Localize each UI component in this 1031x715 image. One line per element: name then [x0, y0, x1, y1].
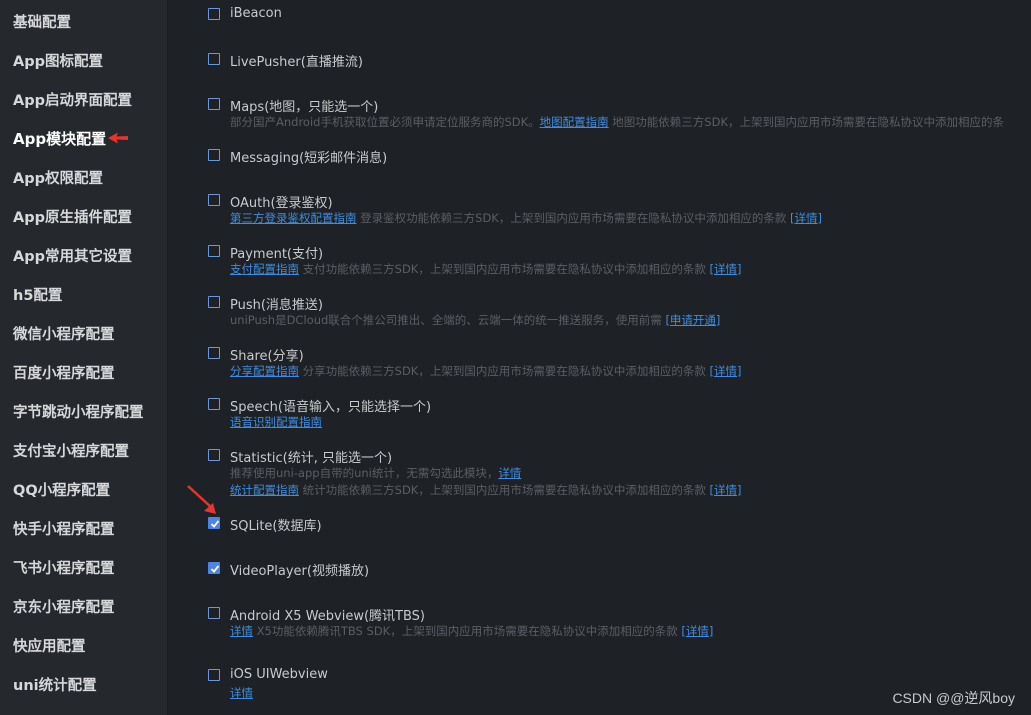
checkbox[interactable] [208, 296, 220, 308]
desc-text: 分享功能依赖三方SDK，上架到国内应用市场需要在隐私协议中添加相应的条款 [299, 364, 710, 378]
checkbox[interactable] [208, 607, 220, 619]
watermark: CSDN @@逆风boy [892, 690, 1015, 706]
desc-text: uniPush是DCloud联合个推公司推出、全端的、云端一体的统一推送服务，使… [230, 313, 666, 327]
checkbox-checked[interactable] [208, 562, 220, 574]
module-description: uniPush是DCloud联合个推公司推出、全端的、云端一体的统一推送服务，使… [230, 312, 720, 328]
sidebar-item-h5[interactable]: h5配置 [13, 284, 62, 305]
module-description: 语音识别配置指南 [230, 414, 322, 430]
checkbox[interactable] [208, 98, 220, 110]
checkbox[interactable] [208, 194, 220, 206]
sidebar-item-app-icon[interactable]: App图标配置 [13, 50, 103, 71]
oauth-guide-link[interactable]: 第三方登录鉴权配置指南 [230, 211, 357, 225]
checkbox[interactable] [208, 8, 220, 20]
check-icon [210, 565, 220, 573]
module-list: iBeacon LivePusher(直播推流) Maps(地图，只能选一个) … [168, 0, 1031, 715]
sidebar-item-kuaishou[interactable]: 快手小程序配置 [13, 518, 115, 539]
module-title: SQLite(数据库) [230, 519, 322, 534]
module-title: Push(消息推送) [230, 298, 324, 313]
checkbox[interactable] [208, 398, 220, 410]
module-title: iOS UIWebview [230, 667, 328, 682]
sidebar: 基础配置 App图标配置 App启动界面配置 App模块配置 App权限配置 A… [0, 0, 168, 715]
module-description: 推荐使用uni-app自带的uni统计，无需勾选此模块，详情 [230, 465, 521, 481]
details-link[interactable]: [详情] [710, 483, 742, 497]
share-guide-link[interactable]: 分享配置指南 [230, 364, 299, 378]
module-title: Statistic(统计, 只能选一个) [230, 451, 393, 466]
details-link[interactable]: 详情 [230, 686, 253, 700]
sidebar-item-qq[interactable]: QQ小程序配置 [13, 479, 110, 500]
module-description: 第三方登录鉴权配置指南 登录鉴权功能依赖三方SDK，上架到国内应用市场需要在隐私… [230, 210, 822, 226]
desc-text: 地图功能依赖三方SDK，上架到国内应用市场需要在隐私协议中添加相应的条 [608, 115, 1005, 129]
desc-text: 登录鉴权功能依赖三方SDK，上架到国内应用市场需要在隐私协议中添加相应的条款 [356, 211, 791, 225]
desc-text: X5功能依赖腾讯TBS SDK，上架到国内应用市场需要在隐私协议中添加相应的条款 [253, 624, 682, 638]
details-link[interactable]: 详情 [230, 624, 253, 638]
details-link[interactable]: [详情] [790, 211, 822, 225]
stat-guide-link[interactable]: 统计配置指南 [230, 483, 299, 497]
sidebar-item-alipay[interactable]: 支付宝小程序配置 [13, 440, 129, 461]
check-icon [210, 520, 220, 528]
desc-text: 统计功能依赖三方SDK，上架到国内应用市场需要在隐私协议中添加相应的条款 [299, 483, 710, 497]
desc-text: 部分国产Android手机获取位置必须申请定位服务商的SDK。 [230, 115, 540, 129]
module-title: OAuth(登录鉴权) [230, 196, 333, 211]
sidebar-item-app-modules[interactable]: App模块配置 [13, 128, 106, 149]
desc-text: 推荐使用uni-app自带的uni统计，无需勾选此模块， [230, 466, 499, 480]
checkbox[interactable] [208, 245, 220, 257]
details-link[interactable]: [详情] [681, 624, 713, 638]
module-description: 分享配置指南 分享功能依赖三方SDK，上架到国内应用市场需要在隐私协议中添加相应… [230, 363, 742, 379]
module-description: 部分国产Android手机获取位置必须申请定位服务商的SDK。地图配置指南 地图… [230, 114, 1004, 130]
module-title: Share(分享) [230, 349, 304, 364]
checkbox[interactable] [208, 53, 220, 65]
module-title: Android X5 Webview(腾讯TBS) [230, 609, 426, 624]
details-link[interactable]: [详情] [710, 262, 742, 276]
sidebar-item-jd[interactable]: 京东小程序配置 [13, 596, 115, 617]
checkbox[interactable] [208, 149, 220, 161]
details-link[interactable]: [详情] [710, 364, 742, 378]
payment-guide-link[interactable]: 支付配置指南 [230, 262, 299, 276]
speech-guide-link[interactable]: 语音识别配置指南 [230, 415, 322, 429]
sidebar-item-app-other-settings[interactable]: App常用其它设置 [13, 245, 132, 266]
maps-guide-link[interactable]: 地图配置指南 [540, 115, 609, 129]
sidebar-item-uni-stat[interactable]: uni统计配置 [13, 674, 97, 695]
desc-text: 支付功能依赖三方SDK，上架到国内应用市场需要在隐私协议中添加相应的条款 [299, 262, 710, 276]
module-description: 统计配置指南 统计功能依赖三方SDK，上架到国内应用市场需要在隐私协议中添加相应… [230, 482, 742, 498]
checkbox-checked[interactable] [208, 517, 220, 529]
sidebar-item-lark[interactable]: 飞书小程序配置 [13, 557, 115, 578]
red-arrow-icon [187, 485, 216, 514]
sidebar-item-app-permissions[interactable]: App权限配置 [13, 167, 103, 188]
checkbox[interactable] [208, 449, 220, 461]
sidebar-item-quickapp[interactable]: 快应用配置 [13, 635, 86, 656]
checkbox[interactable] [208, 347, 220, 359]
apply-link[interactable]: [申请开通] [665, 313, 720, 327]
module-title: iBeacon [230, 6, 282, 21]
sidebar-item-baidu[interactable]: 百度小程序配置 [13, 362, 115, 383]
sidebar-item-app-native-plugins[interactable]: App原生插件配置 [13, 206, 132, 227]
module-title: Payment(支付) [230, 247, 324, 262]
checkbox[interactable] [208, 669, 220, 681]
sidebar-item-weixin[interactable]: 微信小程序配置 [13, 323, 115, 344]
module-description: 详情 [230, 685, 253, 701]
sidebar-item-app-splash[interactable]: App启动界面配置 [13, 89, 132, 110]
module-title: Messaging(短彩邮件消息) [230, 151, 388, 166]
sidebar-item-toutiao[interactable]: 字节跳动小程序配置 [13, 401, 144, 422]
module-title: Speech(语音输入，只能选择一个) [230, 400, 432, 415]
details-link[interactable]: 详情 [498, 466, 521, 480]
module-title: LivePusher(直播推流) [230, 55, 363, 70]
sidebar-item-basic[interactable]: 基础配置 [13, 11, 71, 32]
red-arrow-icon [108, 132, 128, 144]
module-description: 详情 X5功能依赖腾讯TBS SDK，上架到国内应用市场需要在隐私协议中添加相应… [230, 623, 713, 639]
module-title: VideoPlayer(视频播放) [230, 564, 370, 579]
module-description: 支付配置指南 支付功能依赖三方SDK，上架到国内应用市场需要在隐私协议中添加相应… [230, 261, 742, 277]
module-title: Maps(地图，只能选一个) [230, 100, 379, 115]
